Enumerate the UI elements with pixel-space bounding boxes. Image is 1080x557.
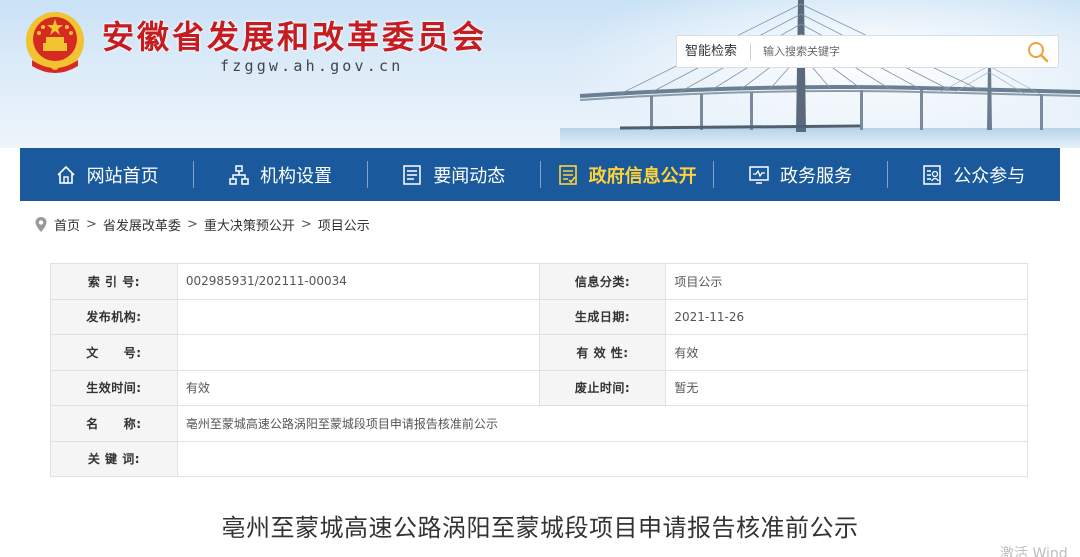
table-row: 文 号: 有 效 性: 有效 (50, 334, 1028, 371)
nav-item-label: 公众参与 (953, 165, 1026, 187)
bridge-illustration (560, 0, 1080, 148)
generated-date-value: 2021-11-26 (665, 298, 1028, 335)
document-number-value (176, 334, 540, 371)
effective-date-label: 生效时间: (50, 369, 178, 406)
nav-item-organization[interactable]: 机构设置 (193, 148, 366, 201)
breadcrumb-commission[interactable]: 省发展改革委 (103, 215, 181, 234)
table-row: 生效时间: 有效 废止时间: 暂无 (50, 369, 1028, 406)
org-chart-icon (229, 164, 249, 185)
nav-item-services[interactable]: 政务服务 (713, 148, 886, 201)
publisher-label: 发布机构: (50, 298, 178, 335)
search-icon (1028, 41, 1049, 62)
search-button[interactable] (1018, 36, 1058, 67)
main-nav: 网站首页 机构设置 要闻动态 政府信息公开 政务服务 公众参与 (20, 148, 1060, 201)
nav-item-info-disclosure[interactable]: 政府信息公开 (539, 148, 713, 201)
home-icon (57, 165, 75, 184)
validity-label: 有 效 性: (538, 334, 667, 371)
article-title: 亳州至蒙城高速公路涡阳至蒙城段项目申请报告核准前公示 (221, 514, 859, 542)
breadcrumb-separator: > (186, 217, 198, 232)
nav-item-label: 要闻动态 (433, 165, 506, 187)
breadcrumb-project-notice[interactable]: 项目公示 (318, 215, 370, 234)
effective-date-value: 有效 (176, 369, 540, 406)
breadcrumb-decision-disclosure[interactable]: 重大决策预公开 (204, 215, 295, 234)
breadcrumb-separator: > (300, 217, 312, 232)
validity-value: 有效 (665, 334, 1028, 371)
nav-item-label: 政务服务 (779, 165, 852, 187)
keywords-value (176, 440, 1029, 477)
search-box: 智能检索 (676, 35, 1059, 68)
public-participation-icon (923, 164, 942, 185)
table-row: 索 引 号: 002985931/202111-00034 信息分类: 项目公示 (50, 263, 1028, 300)
title-label: 名 称: (50, 405, 178, 442)
category-label: 信息分类: (538, 263, 667, 300)
document-number-label: 文 号: (50, 334, 178, 371)
table-row: 名 称: 亳州至蒙城高速公路涡阳至蒙城段项目申请报告核准前公示 (50, 405, 1029, 442)
activation-watermark: 激活 Wind (1000, 546, 1068, 557)
news-icon (403, 164, 422, 185)
nav-item-news[interactable]: 要闻动态 (366, 148, 540, 201)
breadcrumb-home[interactable]: 首页 (54, 215, 80, 234)
search-input[interactable] (751, 37, 1018, 66)
national-emblem-icon (26, 12, 84, 73)
title-value: 亳州至蒙城高速公路涡阳至蒙城段项目申请报告核准前公示 (176, 405, 1029, 442)
search-label[interactable]: 智能检索 (677, 42, 751, 61)
document-info-table: 索 引 号: 002985931/202111-00034 信息分类: 项目公示… (50, 263, 1029, 477)
site-title: 安徽省发展和改革委员会 (102, 18, 488, 56)
breadcrumb-separator: > (86, 217, 97, 232)
expiry-date-value: 暂无 (665, 369, 1028, 406)
expiry-date-label: 废止时间: (538, 369, 667, 406)
info-disclosure-icon (558, 164, 577, 185)
index-number-label: 索 引 号: (50, 263, 178, 300)
table-row: 关 键 词: (50, 440, 1029, 477)
nav-item-label: 政府信息公开 (588, 165, 697, 187)
table-row: 发布机构: 生成日期: 2021-11-26 (50, 298, 1028, 335)
publisher-value (176, 298, 540, 335)
site-header: 安徽省发展和改革委员会 fzggw.ah.gov.cn 智能检索 (0, 0, 1080, 148)
index-number-value: 002985931/202111-00034 (176, 263, 540, 300)
keywords-label: 关 键 词: (50, 440, 178, 477)
nav-item-label: 机构设置 (259, 165, 332, 187)
nav-item-label: 网站首页 (86, 165, 159, 187)
site-domain: fzggw.ah.gov.cn (220, 57, 404, 75)
generated-date-label: 生成日期: (538, 298, 667, 335)
breadcrumb: 首页 > 省发展改革委 > 重大决策预公开 > 项目公示 (34, 215, 370, 234)
service-monitor-icon (749, 165, 769, 184)
nav-item-home[interactable]: 网站首页 (20, 148, 193, 201)
nav-item-public-participation[interactable]: 公众参与 (886, 148, 1060, 201)
location-pin-icon (35, 217, 47, 232)
category-value: 项目公示 (665, 263, 1028, 300)
